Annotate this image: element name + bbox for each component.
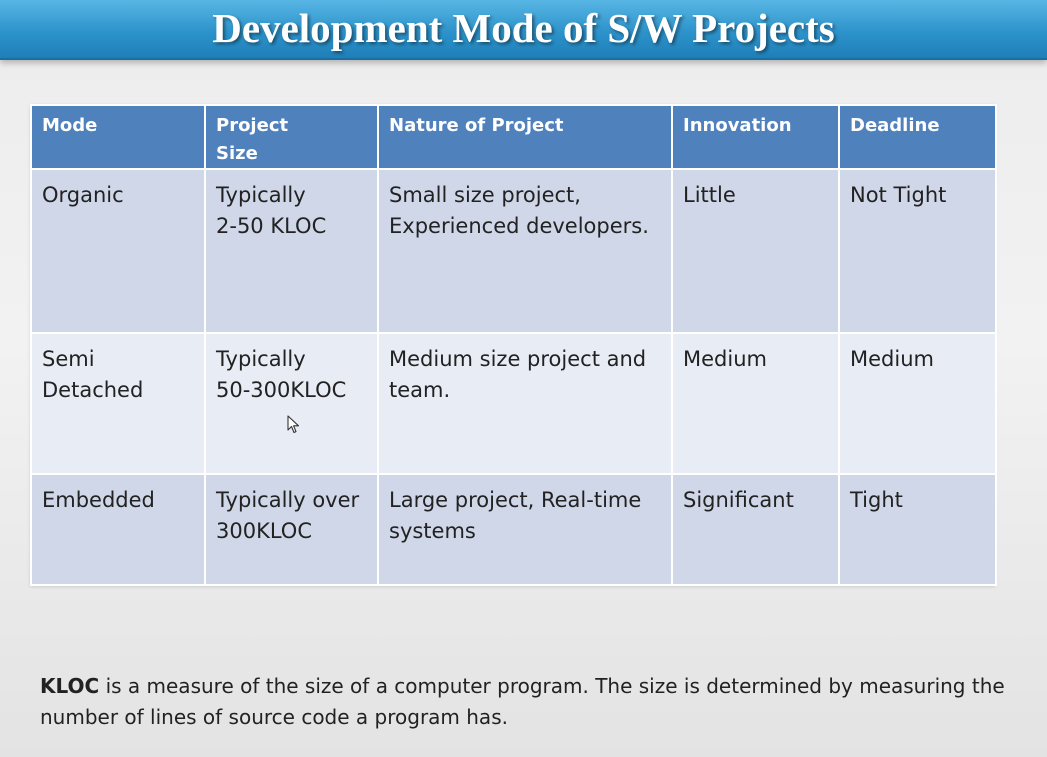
title-bar: Development Mode of S/W Projects xyxy=(0,0,1047,60)
kloc-term: KLOC xyxy=(40,674,100,698)
cell-nature-line1: Medium size project and xyxy=(389,347,647,371)
cell-innovation: Little xyxy=(671,168,840,334)
slide-title: Development Mode of S/W Projects xyxy=(212,5,835,51)
cell-innovation: Significant xyxy=(671,473,840,586)
cell-mode-line1: Semi xyxy=(42,347,95,371)
header-innovation: Innovation xyxy=(671,104,840,170)
header-deadline: Deadline xyxy=(838,104,997,170)
cell-mode-line2: Detached xyxy=(42,378,144,402)
cell-size: Typically 50-300KLOC xyxy=(204,332,379,475)
header-deadline-label: Deadline xyxy=(850,115,940,136)
table-row-semi-detached: Semi Detached Typically 50-300KLOC Mediu… xyxy=(30,332,997,475)
development-modes-table: Mode Project Size Nature of Project Inno… xyxy=(30,104,997,586)
cell-nature-line2: team. xyxy=(389,378,451,402)
header-project-size-line1: Project xyxy=(216,115,289,136)
cell-size: Typically over 300KLOC xyxy=(204,473,379,586)
cell-mode: Semi Detached xyxy=(30,332,206,475)
header-mode-label: Mode xyxy=(42,115,98,136)
cell-nature: Small size project, Experienced develope… xyxy=(377,168,673,334)
cell-mode-line1: Embedded xyxy=(42,488,155,512)
cell-size-line2: 50-300KLOC xyxy=(216,378,347,402)
header-innovation-label: Innovation xyxy=(683,115,792,136)
kloc-definition: KLOC is a measure of the size of a compu… xyxy=(40,671,1040,733)
header-mode: Mode xyxy=(30,104,206,170)
cell-deadline: Medium xyxy=(838,332,997,475)
kloc-definition-text: is a measure of the size of a computer p… xyxy=(40,674,1005,729)
cell-size-line2: 300KLOC xyxy=(216,519,312,543)
modes-table-container: Mode Project Size Nature of Project Inno… xyxy=(30,104,997,586)
cell-size-line2: 2-50 KLOC xyxy=(216,214,327,238)
table-row-embedded: Embedded Typically over 300KLOC Large pr… xyxy=(30,473,997,586)
cell-innovation: Medium xyxy=(671,332,840,475)
cell-size: Typically 2-50 KLOC xyxy=(204,168,379,334)
cell-mode: Embedded xyxy=(30,473,206,586)
table-row-organic: Organic Typically 2-50 KLOC Small size p… xyxy=(30,168,997,334)
cell-nature: Medium size project and team. xyxy=(377,332,673,475)
table-header-row: Mode Project Size Nature of Project Inno… xyxy=(30,104,997,170)
header-nature-label: Nature of Project xyxy=(389,115,564,136)
cell-size-line1: Typically over xyxy=(216,488,360,512)
cell-deadline: Tight xyxy=(838,473,997,586)
cell-mode-line1: Organic xyxy=(42,183,124,207)
mouse-pointer-icon xyxy=(287,415,300,434)
cell-nature-line1: Small size project, xyxy=(389,183,581,207)
header-nature: Nature of Project xyxy=(377,104,673,170)
cell-mode: Organic xyxy=(30,168,206,334)
header-project-size: Project Size xyxy=(204,104,379,170)
cell-nature: Large project, Real-time systems xyxy=(377,473,673,586)
cell-nature-line1: Large project, Real-time xyxy=(389,488,642,512)
header-project-size-line2: Size xyxy=(216,143,258,164)
cell-nature-line2: systems xyxy=(389,519,476,543)
cell-deadline: Not Tight xyxy=(838,168,997,334)
cell-size-line1: Typically xyxy=(216,183,306,207)
cell-size-line1: Typically xyxy=(216,347,306,371)
cell-nature-line2: Experienced developers. xyxy=(389,214,649,238)
